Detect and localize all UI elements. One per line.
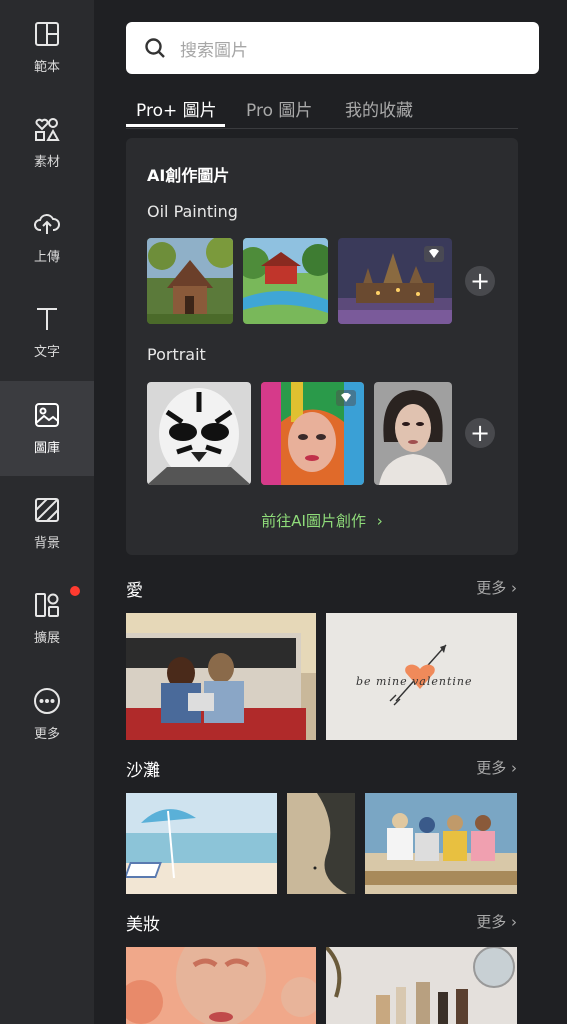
photo-couple-truck[interactable] [126, 613, 316, 740]
sidebar-item-label: 圖庫 [33, 441, 60, 456]
sidebar-item-label: 範本 [33, 60, 60, 75]
photo-cosmetics-shelf[interactable] [326, 947, 517, 1024]
notification-badge [70, 586, 80, 596]
section-title-love: 愛 [126, 581, 143, 601]
sidebar-item-label: 背景 [33, 536, 60, 551]
more-link-love[interactable]: 更多 › [476, 577, 517, 598]
sidebar-item-gallery[interactable]: 圖庫 [0, 381, 94, 476]
sidebar-item-elements[interactable]: 素材 [0, 95, 94, 190]
active-tab-indicator [126, 124, 225, 127]
search-icon [145, 38, 165, 58]
go-to-ai-creation-link[interactable]: 前往AI圖片創作 › [126, 510, 518, 531]
tab-favorites[interactable]: 我的收藏 [345, 96, 413, 121]
section-title-beach: 沙灘 [126, 761, 160, 781]
premium-gem-icon [424, 246, 444, 262]
photo-beach-aerial[interactable] [287, 793, 355, 894]
chevron-right-icon: › [506, 913, 517, 931]
ai-creation-card: AI創作圖片 Oil Painting + Portrait + 前往AI圖片創… [126, 138, 518, 555]
search-box[interactable]: 搜索圖片 [126, 22, 539, 74]
sidebar-item-templates[interactable]: 範本 [0, 0, 94, 95]
photo-beach-umbrella[interactable] [126, 793, 277, 894]
portrait-thumb[interactable] [374, 382, 452, 485]
photo-be-mine-valentine[interactable]: be mine valentine [326, 613, 517, 740]
ai-card-title: AI創作圖片 [147, 166, 230, 185]
tab-pro-plus[interactable]: Pro+ 圖片 [136, 96, 217, 121]
more-icon [34, 688, 60, 714]
tab-pro[interactable]: Pro 圖片 [246, 96, 312, 121]
chevron-right-icon: › [376, 512, 383, 530]
background-icon [35, 498, 59, 522]
more-label: 更多 [476, 759, 507, 777]
sidebar-item-label: 上傳 [33, 250, 60, 265]
more-link-beach[interactable]: 更多 › [476, 757, 517, 778]
oil-painting-thumb[interactable] [243, 238, 328, 324]
portrait-thumb[interactable] [147, 382, 251, 485]
photo-makeup-face[interactable] [126, 947, 316, 1024]
search-input[interactable]: 搜索圖片 [180, 36, 248, 61]
sidebar-item-label: 更多 [33, 727, 60, 742]
gallery-icon [35, 403, 59, 427]
sidebar-item-upload[interactable]: 上傳 [0, 190, 94, 285]
more-link-beauty[interactable]: 更多 › [476, 911, 517, 932]
extensions-icon [35, 593, 59, 617]
valentine-text: be mine valentine [356, 675, 473, 688]
sidebar: 範本 素材 上傳 文字 圖庫 背景 擴展 更多 [0, 0, 94, 1024]
tab-bar: Pro+ 圖片 Pro 圖片 我的收藏 [126, 96, 518, 129]
sidebar-item-label: 擴展 [33, 631, 60, 646]
sidebar-item-more[interactable]: 更多 [0, 667, 94, 762]
oil-painting-thumb[interactable] [147, 238, 233, 324]
sidebar-item-label: 素材 [33, 155, 60, 170]
text-icon [37, 308, 57, 330]
chevron-right-icon: › [506, 759, 517, 777]
oil-painting-label: Oil Painting [147, 202, 238, 221]
sidebar-item-text[interactable]: 文字 [0, 285, 94, 380]
template-icon [35, 22, 59, 46]
more-label: 更多 [476, 579, 507, 597]
sidebar-item-label: 文字 [33, 345, 60, 360]
more-label: 更多 [476, 913, 507, 931]
portrait-label: Portrait [147, 345, 206, 364]
photo-kids-on-beach[interactable] [365, 793, 517, 894]
ai-link-label: 前往AI圖片創作 [261, 512, 366, 530]
sidebar-item-background[interactable]: 背景 [0, 476, 94, 571]
add-portrait-button[interactable]: + [465, 418, 495, 448]
upload-icon [34, 214, 60, 234]
oil-painting-thumb[interactable] [338, 238, 452, 324]
add-oil-painting-button[interactable]: + [465, 266, 495, 296]
portrait-thumb[interactable] [261, 382, 364, 485]
sidebar-item-extensions[interactable]: 擴展 [0, 571, 94, 666]
main-panel: 搜索圖片 Pro+ 圖片 Pro 圖片 我的收藏 AI創作圖片 Oil Pain… [94, 0, 567, 1024]
section-title-beauty: 美妝 [126, 915, 160, 935]
elements-icon [35, 118, 60, 141]
premium-gem-icon [336, 390, 356, 406]
chevron-right-icon: › [506, 579, 517, 597]
